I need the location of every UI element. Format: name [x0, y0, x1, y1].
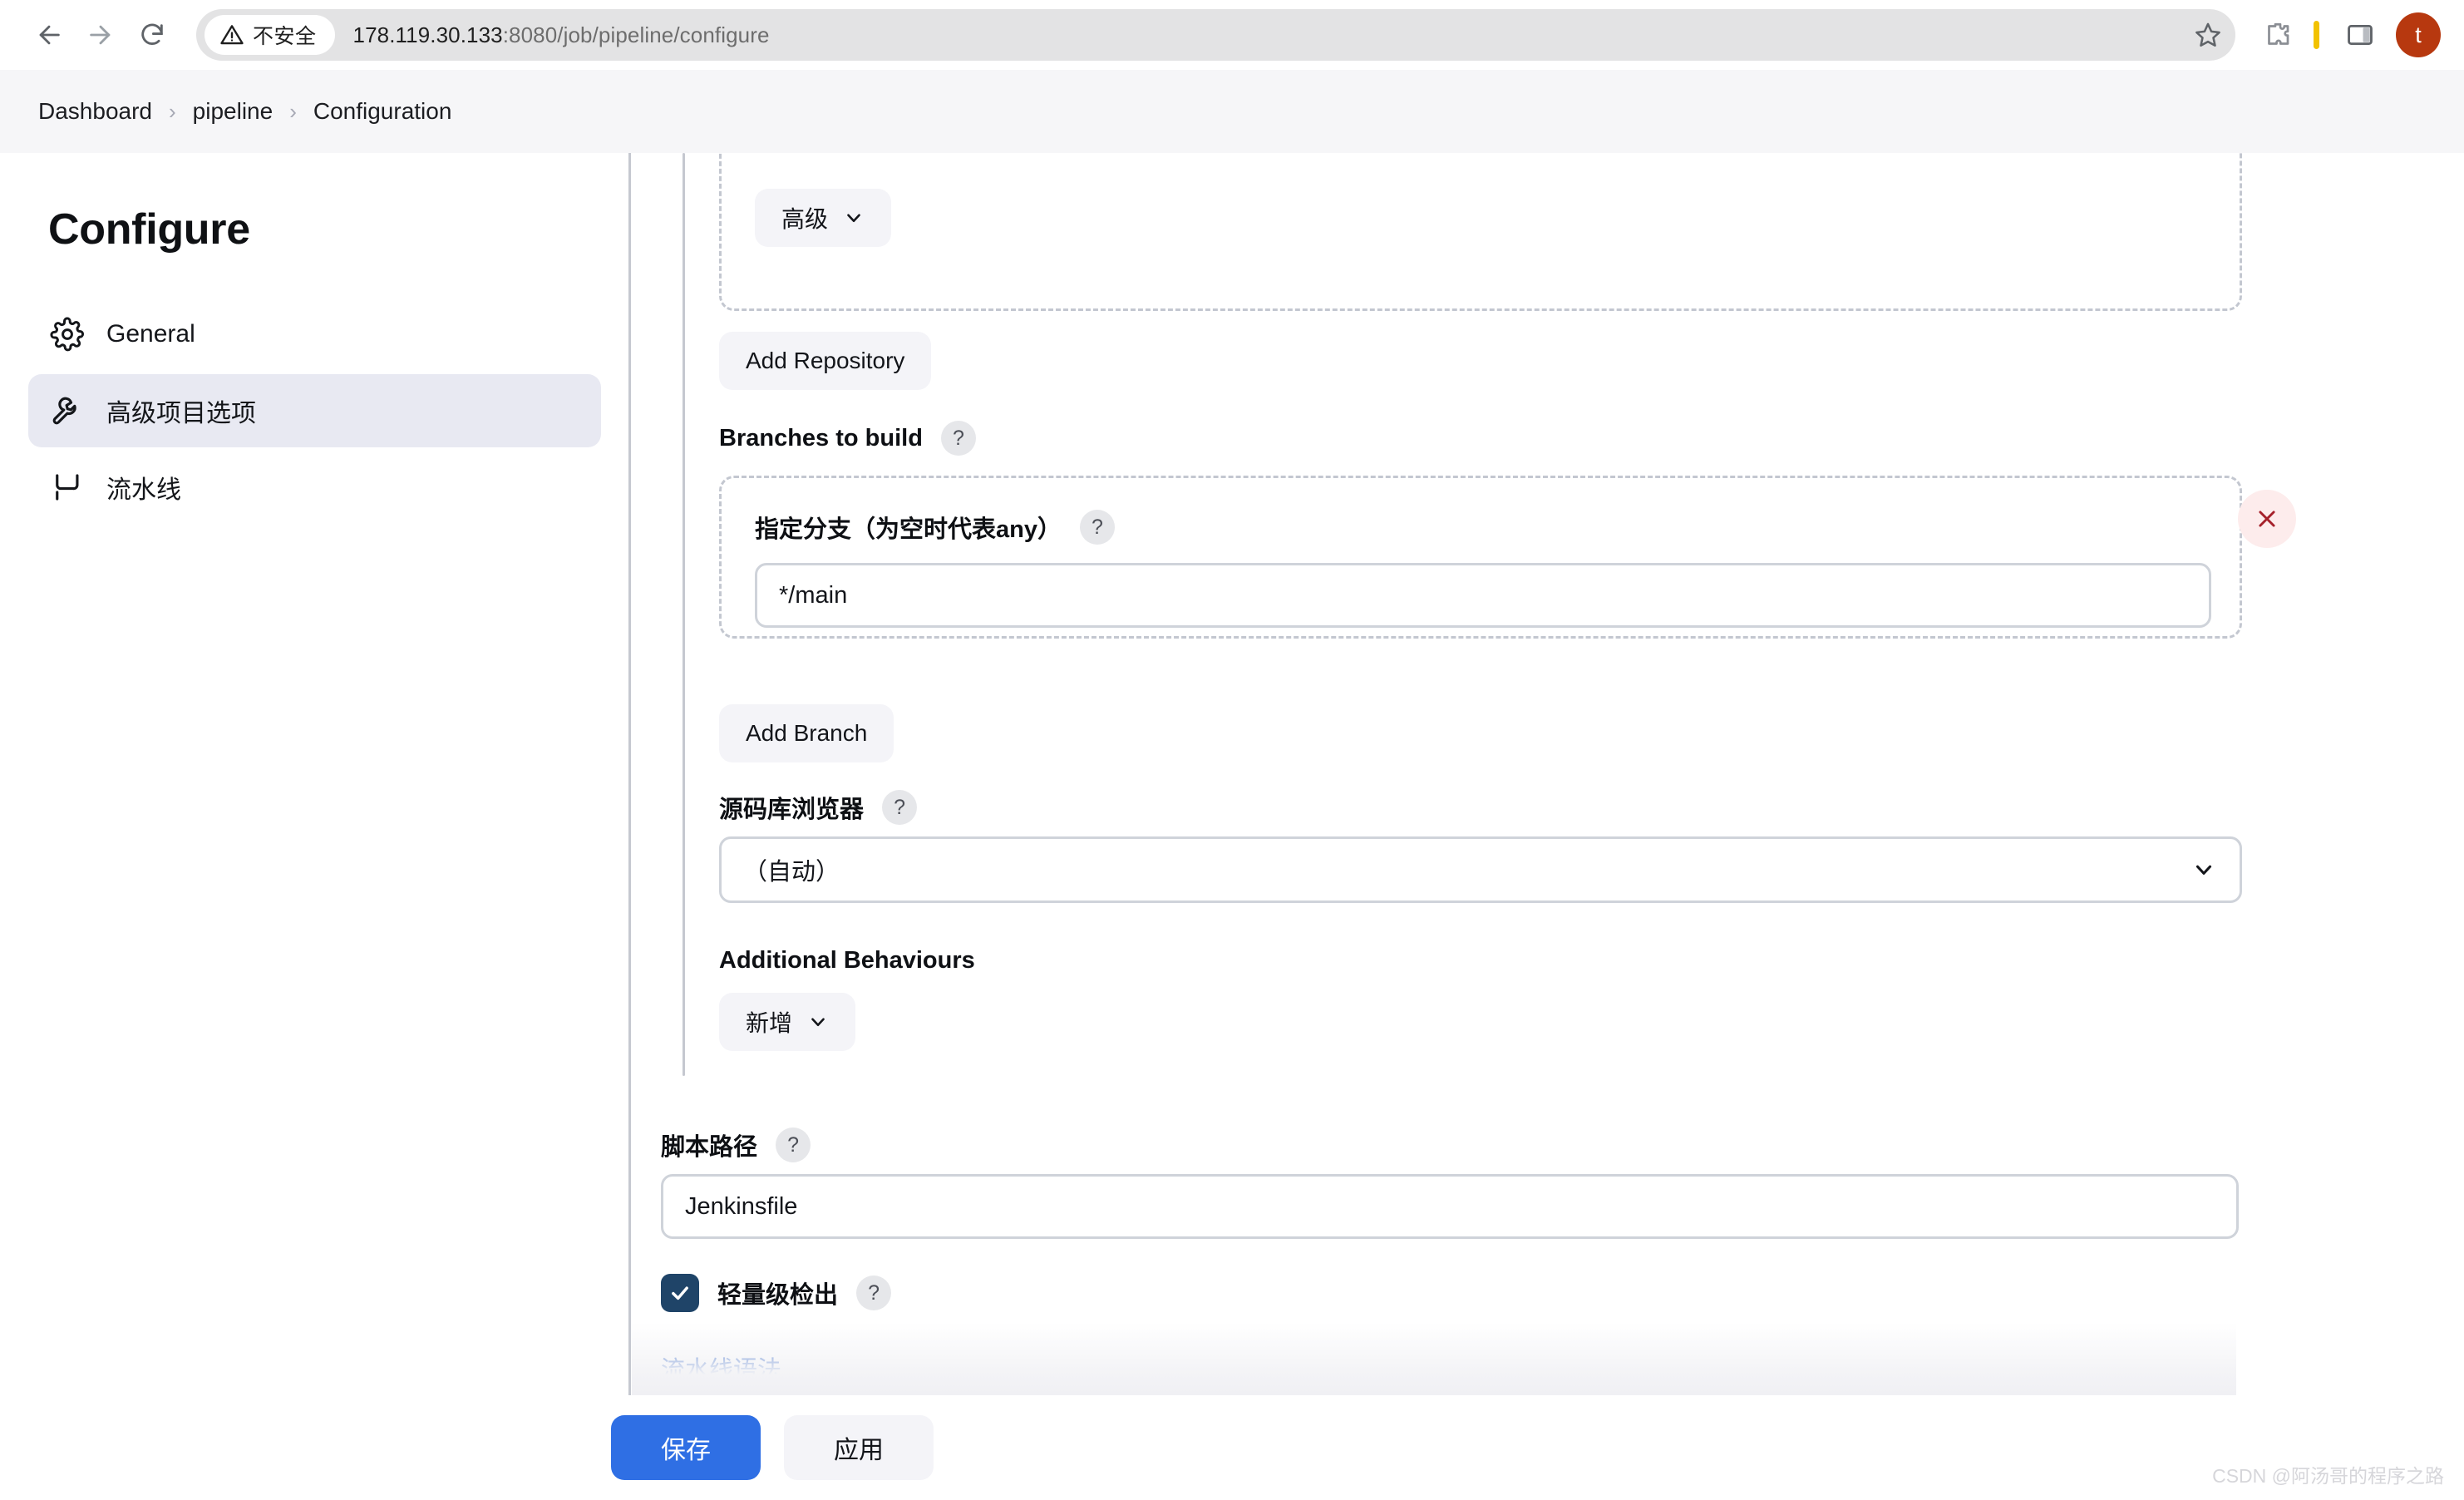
help-icon[interactable]: ? [856, 1275, 892, 1310]
help-icon[interactable]: ? [882, 790, 918, 825]
arrow-right-icon [90, 25, 111, 45]
url-text: 178.119.30.133:8080/job/pipeline/configu… [353, 22, 770, 48]
branch-spec-block: 指定分支（为空时代表any） ? [719, 476, 2296, 639]
gear-icon [48, 315, 86, 353]
add-repository-label: Add Repository [746, 348, 905, 373]
lightweight-checkout-checkbox[interactable] [661, 1274, 699, 1312]
sidebar-item-pipeline[interactable]: 流水线 [28, 451, 601, 524]
security-status-label: 不安全 [253, 25, 317, 48]
page-title: Configure [48, 205, 250, 254]
url-host: 178.119.30.133 [352, 22, 503, 47]
close-x-icon [2259, 511, 2275, 527]
advanced-button[interactable]: 高级 [755, 189, 892, 247]
star-icon [2195, 22, 2220, 47]
sidebar-item-label: 高级项目选项 [106, 400, 256, 427]
profile-avatar[interactable]: t [2396, 12, 2441, 57]
script-path-text: 脚本路径 [661, 1134, 758, 1161]
checkmark-icon [672, 1286, 688, 1300]
breadcrumb-separator-icon: › [289, 98, 297, 124]
advanced-button-label: 高级 [781, 206, 829, 232]
profile-color-indicator [2314, 21, 2319, 49]
help-icon[interactable]: ? [1079, 510, 1115, 545]
breadcrumb-item-dashboard[interactable]: Dashboard [27, 93, 164, 130]
branch-spec-input[interactable] [755, 563, 2211, 628]
branch-spec-text: 指定分支（为空时代表any） [755, 516, 1062, 543]
wrench-icon [48, 392, 86, 430]
add-repository-button[interactable]: Add Repository [719, 332, 932, 390]
sidebar-divider [628, 153, 631, 1500]
lightweight-checkout-row: 轻量级检出 ? [661, 1274, 892, 1312]
address-bar[interactable]: 不安全 178.119.30.133:8080/job/pipeline/con… [196, 9, 2235, 61]
puzzle-piece-icon [2268, 22, 2289, 45]
repository-browser-select[interactable]: （自动） [719, 836, 2242, 903]
page-body: Configure General 高级项目选项 流水线 高级 Add Repo… [0, 153, 2464, 1500]
breadcrumb-item-configuration[interactable]: Configuration [302, 93, 464, 130]
reload-button[interactable] [126, 9, 178, 61]
repository-block: 高级 [719, 153, 2242, 311]
additional-behaviours-label: Additional Behaviours [719, 947, 975, 974]
save-button[interactable]: 保存 [611, 1415, 761, 1480]
pipeline-syntax-link[interactable]: 流水线语法 [661, 1350, 781, 1385]
arrow-left-icon [39, 25, 60, 45]
script-path-input-wrap [661, 1174, 2239, 1239]
form-footer: 保存 应用 [0, 1395, 2464, 1500]
help-icon[interactable]: ? [776, 1127, 811, 1162]
branch-spec-label: 指定分支（为空时代表any） ? [755, 510, 2206, 545]
browser-toolbar: 不安全 178.119.30.133:8080/job/pipeline/con… [0, 0, 2464, 70]
security-status-chip[interactable]: 不安全 [205, 15, 335, 55]
split-view-button[interactable] [2336, 11, 2384, 59]
warning-triangle-icon [220, 25, 244, 45]
sidebar-item-label: General [106, 320, 195, 348]
configure-sidebar: Configure General 高级项目选项 流水线 [0, 153, 629, 1500]
add-behaviour-label: 新增 [746, 1010, 793, 1036]
breadcrumb: Dashboard › pipeline › Configuration [27, 93, 463, 130]
add-branch-label: Add Branch [746, 720, 868, 746]
chevron-down-icon [807, 1011, 829, 1033]
add-behaviour-button[interactable]: 新增 [719, 993, 856, 1051]
forward-button[interactable] [75, 9, 126, 61]
branches-to-build-label: Branches to build ? [719, 421, 976, 456]
pipeline-icon [48, 468, 86, 506]
configure-form: 高级 Add Repository Branches to build ? 指定… [632, 153, 2464, 1395]
back-button[interactable] [23, 9, 75, 61]
url-path: :8080/job/pipeline/configure [502, 22, 770, 47]
side-panel-icon [2348, 24, 2373, 46]
reload-icon [141, 23, 163, 45]
add-branch-button[interactable]: Add Branch [719, 704, 894, 762]
extensions-button[interactable] [2254, 11, 2302, 59]
script-path-input[interactable] [661, 1174, 2239, 1239]
sidebar-item-general[interactable]: General [28, 298, 601, 371]
repository-browser-text: 源码库浏览器 [719, 797, 865, 823]
sidebar-nav: General 高级项目选项 流水线 [0, 298, 629, 524]
breadcrumb-bar: Dashboard › pipeline › Configuration [0, 70, 2464, 153]
sidebar-item-label: 流水线 [106, 476, 181, 504]
chevron-down-icon [2191, 857, 2216, 882]
branch-spec-input-wrap [755, 563, 2211, 628]
lightweight-checkout-label: 轻量级检出 [717, 1282, 839, 1309]
breadcrumb-item-pipeline[interactable]: pipeline [181, 93, 285, 130]
apply-button[interactable]: 应用 [784, 1415, 934, 1480]
delete-branch-button[interactable] [2238, 490, 2296, 548]
chevron-down-icon [843, 207, 865, 229]
branches-to-build-text: Branches to build [719, 424, 923, 451]
watermark: CSDN @阿汤哥的程序之路 [2212, 1465, 2444, 1487]
script-path-label: 脚本路径 ? [661, 1127, 811, 1162]
repository-browser-label: 源码库浏览器 ? [719, 790, 918, 825]
bookmark-button[interactable] [2186, 12, 2230, 57]
advanced-button-wrap: 高级 [755, 189, 892, 247]
sidebar-item-advanced-project-options[interactable]: 高级项目选项 [28, 374, 601, 447]
repository-browser-selected-value: （自动） [743, 859, 840, 886]
repository-browser-select-wrap: （自动） [719, 836, 2242, 903]
breadcrumb-separator-icon: › [168, 98, 176, 124]
help-icon[interactable]: ? [940, 421, 976, 456]
